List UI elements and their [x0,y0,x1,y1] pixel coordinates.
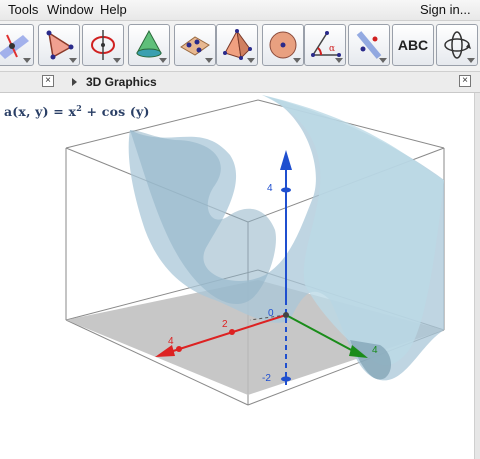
menu-bar: Tools Window Help Sign in... [0,0,480,21]
z-label-neg2: -2 [262,373,271,384]
submenu-arrow-icon [247,58,255,63]
function-definition[interactable]: a(x, y) = x2 + cos (y) [4,103,150,119]
z-tick-neg2 [281,376,291,382]
submenu-arrow-icon [379,58,387,63]
graphics-3d-title: 3D Graphics [86,75,157,89]
z-axis-arrow-icon [280,150,292,170]
plane-points-tool[interactable] [174,24,216,66]
menu-tools[interactable]: Tools [8,2,38,17]
close-3d-graphics-button[interactable]: × [459,75,471,87]
submenu-arrow-icon [69,58,77,63]
text-tool-label: ABC [397,37,429,53]
close-algebra-view-button[interactable]: × [42,75,54,87]
submenu-arrow-icon [467,58,475,63]
menu-help[interactable]: Help [100,2,127,17]
formula-rhs: + cos (y) [86,104,150,120]
angle-tool[interactable]: α [304,24,346,66]
submenu-arrow-icon [205,58,213,63]
svg-text:α: α [329,44,335,54]
graphics-3d-view[interactable]: 4 -2 4 2 4 0 [0,93,474,459]
expand-arrow-icon[interactable] [72,78,77,86]
origin-point [283,312,289,318]
view-tab-bar: × 3D Graphics × [0,72,480,93]
x-tick-2 [229,329,235,335]
x-tick-4 [176,346,182,352]
x-label-4: 4 [168,336,174,347]
toolbar: α ABC [0,21,480,72]
cone-tool[interactable] [128,24,170,66]
polygon-tool[interactable] [38,24,80,66]
y-label-4: 4 [372,345,378,356]
formula-exponent: 2 [76,103,82,113]
menu-window[interactable]: Window [47,2,93,17]
submenu-arrow-icon [113,58,121,63]
submenu-arrow-icon [335,58,343,63]
formula-lhs: a(x, y) = x [4,104,77,120]
origin-label: 0 [268,308,274,319]
submenu-arrow-icon [293,58,301,63]
x-label-2: 2 [222,319,228,330]
z-tick-4 [281,187,291,193]
submenu-arrow-icon [159,58,167,63]
move-graphic-view-tool[interactable] [0,24,34,66]
vertical-scrollbar[interactable] [474,93,480,459]
text-tool[interactable]: ABC [392,24,434,66]
sign-in-link[interactable]: Sign in... [420,2,471,17]
submenu-arrow-icon [23,58,31,63]
circle-axis-tool[interactable] [82,24,124,66]
rotate-view-tool[interactable] [436,24,478,66]
z-label-4: 4 [267,183,273,194]
pyramid-tool[interactable] [216,24,258,66]
reflect-plane-tool[interactable] [348,24,390,66]
sphere-tool[interactable] [262,24,304,66]
